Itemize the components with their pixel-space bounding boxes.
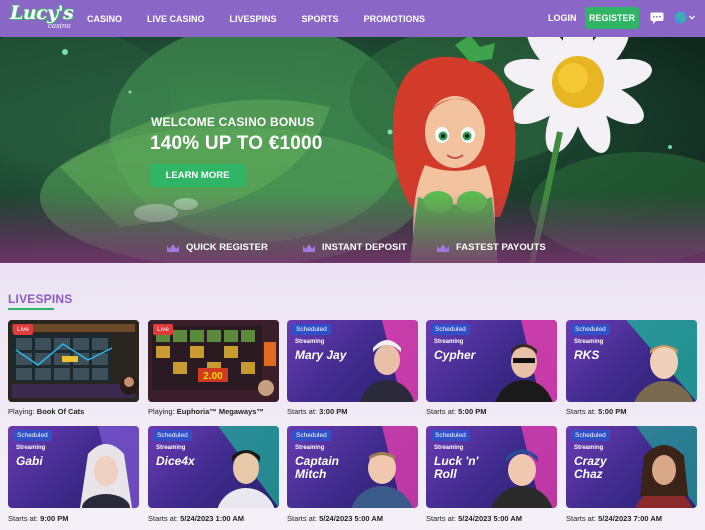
streamer-name: Crazy Chaz — [574, 454, 607, 481]
chat-icon[interactable] — [650, 12, 664, 24]
crown-icon — [167, 243, 179, 252]
logo-text: Lucy's — [10, 2, 74, 24]
caption-prefix: Starts at: — [426, 514, 457, 523]
caption-value: 5:00 PM — [598, 407, 627, 416]
card-caption: Playing: Book Of Cats — [8, 407, 84, 416]
streamer-card-rks[interactable]: Scheduled Streaming RKS — [566, 320, 697, 402]
lucys-casino-logo[interactable]: Lucy's casino — [10, 2, 76, 35]
streaming-label: Streaming — [295, 445, 325, 451]
scheduled-badge: Scheduled — [292, 324, 331, 335]
card-caption: Playing: Euphoria™ Megaways™ — [148, 407, 264, 416]
live-badge: Live — [13, 324, 33, 335]
scheduled-badge: Scheduled — [153, 430, 192, 441]
reel-value-label: 2.00 — [203, 371, 223, 382]
streaming-label: Streaming — [295, 339, 325, 345]
scheduled-badge: Scheduled — [431, 324, 470, 335]
caption-prefix: Starts at: — [566, 514, 597, 523]
nav-livespins[interactable]: LIVESPINS — [230, 14, 277, 24]
section-underline — [8, 308, 54, 310]
card-caption: Starts at: 5/24/2023 1:00 AM — [148, 514, 244, 523]
caption-value: Book Of Cats — [36, 407, 85, 416]
caption-prefix: Starts at: — [426, 407, 457, 416]
live-badge: Live — [153, 324, 173, 335]
card-caption: Starts at: 9:00 PM — [8, 514, 68, 523]
caption-prefix: Starts at: — [148, 514, 179, 523]
caption-prefix: Starts at: — [8, 514, 39, 523]
nav-sports[interactable]: SPORTS — [302, 14, 339, 24]
caption-value: 5:00 PM — [458, 407, 487, 416]
nav-live-casino[interactable]: LIVE CASINO — [147, 14, 205, 24]
streamer-card-luck-n-roll[interactable]: Scheduled Streaming Luck 'n' Roll — [426, 426, 557, 508]
feature-label: INSTANT DEPOSIT — [322, 242, 407, 253]
crown-icon — [303, 243, 315, 252]
nav-promotions[interactable]: PROMOTIONS — [364, 14, 426, 24]
main-nav: CASINO LIVE CASINO LIVESPINS SPORTS PROM… — [87, 0, 450, 37]
streamer-card-gabi[interactable]: Scheduled Streaming Gabi — [8, 426, 139, 508]
caption-prefix: Starts at: — [566, 407, 597, 416]
card-caption: Starts at: 5/24/2023 5:00 AM — [426, 514, 522, 523]
caption-prefix: Playing: — [8, 407, 35, 416]
streaming-label: Streaming — [156, 445, 186, 451]
streamer-card-dice4x[interactable]: Scheduled Streaming Dice4x — [148, 426, 279, 508]
streaming-label: Streaming — [16, 445, 46, 451]
caption-prefix: Starts at: — [287, 407, 318, 416]
streamer-name: Luck 'n' Roll — [434, 454, 479, 481]
feature-fastest-payouts: FASTEST PAYOUTS — [437, 242, 546, 253]
scheduled-badge: Scheduled — [571, 324, 610, 335]
streamer-card-cypher[interactable]: Scheduled Streaming Cypher — [426, 320, 557, 402]
feature-quick-register: QUICK REGISTER — [167, 242, 268, 253]
caption-value: Euphoria™ Megaways™ — [176, 407, 264, 416]
streaming-label: Streaming — [574, 339, 604, 345]
streaming-label: Streaming — [434, 445, 464, 451]
login-link[interactable]: LOGIN — [548, 13, 577, 23]
card-caption: Starts at: 3:00 PM — [287, 407, 347, 416]
streamer-card-crazy-chaz[interactable]: Scheduled Streaming Crazy Chaz — [566, 426, 697, 508]
caption-prefix: Starts at: — [287, 514, 318, 523]
feature-instant-deposit: INSTANT DEPOSIT — [303, 242, 407, 253]
chevron-down-icon[interactable] — [689, 15, 695, 20]
card-caption: Starts at: 5/24/2023 5:00 AM — [287, 514, 383, 523]
card-caption: Starts at: 5:00 PM — [566, 407, 626, 416]
hero-banner: WELCOME CASINO BONUS 140% UP TO €1000 LE… — [0, 37, 705, 263]
nav-casino[interactable]: CASINO — [87, 14, 122, 24]
crown-icon — [437, 243, 449, 252]
scheduled-badge: Scheduled — [571, 430, 610, 441]
globe-icon[interactable] — [674, 11, 687, 24]
caption-value: 5/24/2023 1:00 AM — [180, 514, 245, 523]
streamer-name: Mary Jay — [295, 348, 347, 362]
caption-value: 5/24/2023 7:00 AM — [598, 514, 663, 523]
scheduled-badge: Scheduled — [431, 430, 470, 441]
streamer-card-mary-jay[interactable]: Scheduled Streaming Mary Jay — [287, 320, 418, 402]
streamer-name: Dice4x — [156, 454, 195, 468]
card-caption: Starts at: 5:00 PM — [426, 407, 486, 416]
logo-sub: casino — [48, 22, 71, 30]
register-button[interactable]: REGISTER — [585, 7, 639, 29]
live-card-book-of-cats[interactable]: Live — [8, 320, 139, 402]
caption-value: 5/24/2023 5:00 AM — [319, 514, 384, 523]
top-header: Lucy's casino CASINO LIVE CASINO LIVESPI… — [0, 0, 705, 37]
streaming-label: Streaming — [574, 445, 604, 451]
caption-value: 5/24/2023 5:00 AM — [458, 514, 523, 523]
streamer-name: Captain Mitch — [295, 454, 340, 481]
hero-title: 140% UP TO €1000 — [150, 133, 323, 154]
feature-label: QUICK REGISTER — [186, 242, 268, 253]
caption-prefix: Playing: — [148, 407, 175, 416]
streaming-label: Streaming — [434, 339, 464, 345]
caption-value: 9:00 PM — [40, 514, 69, 523]
scheduled-badge: Scheduled — [292, 430, 331, 441]
streamer-name: RKS — [574, 348, 600, 362]
hero-subtitle: WELCOME CASINO BONUS — [151, 115, 315, 129]
scheduled-badge: Scheduled — [13, 430, 52, 441]
streamer-name: Gabi — [16, 454, 43, 468]
streamer-name: Cypher — [434, 348, 476, 362]
livespins-section-title: LIVESPINS — [8, 292, 73, 306]
learn-more-button[interactable]: LEARN MORE — [150, 164, 245, 187]
live-card-euphoria-megaways[interactable]: 2.00 Live — [148, 320, 279, 402]
feature-label: FASTEST PAYOUTS — [456, 242, 546, 253]
card-caption: Starts at: 5/24/2023 7:00 AM — [566, 514, 662, 523]
streamer-card-captain-mitch[interactable]: Scheduled Streaming Captain Mitch — [287, 426, 418, 508]
caption-value: 3:00 PM — [319, 407, 348, 416]
